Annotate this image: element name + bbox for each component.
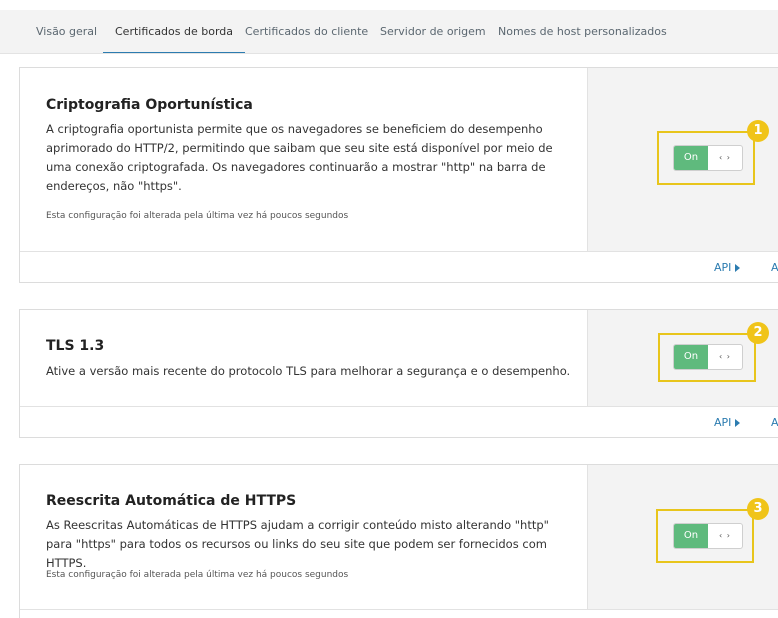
top-strip [0,0,778,10]
card-title: TLS 1.3 [46,338,105,354]
caret-right-icon [735,419,741,427]
toggle-on-state: On [674,524,708,548]
toggle-on-state: On [674,345,708,369]
toggle-arrows-icon: ‹ › [719,531,731,540]
step-badge: 3 [747,498,769,520]
card-footer: API A [20,251,778,282]
api-link[interactable]: API [714,261,741,274]
help-link[interactable]: A [771,416,778,429]
card-title: Criptografia Oportunística [46,97,253,113]
tab-edge-certificates-label: Certificados de borda [115,25,234,38]
api-link-label: API [714,261,732,274]
card-footer [20,609,778,618]
help-link[interactable]: A [771,261,778,274]
step-badge: 1 [747,120,769,142]
toggle-on-state: On [674,146,708,170]
card-description: A criptografia oportunista permite que o… [46,122,553,193]
tab-edge-certificates[interactable]: Certificados de borda [103,10,246,54]
caret-right-icon [735,264,741,272]
card-title: Reescrita Automática de HTTPS [46,493,297,509]
tab-bar: Visão geral Certificados de borda Certif… [0,10,778,54]
card-description: Ative a versão mais recente do protocolo… [46,364,571,378]
last-changed-note: Esta configuração foi alterada pela últi… [46,570,349,580]
toggle-arrows-icon: ‹ › [719,153,731,162]
toggle-arrows-icon: ‹ › [719,352,731,361]
automatic-https-rewrites-toggle[interactable]: On ‹ › [673,523,743,549]
card-footer: API A [20,406,778,437]
opportunistic-encryption-toggle[interactable]: On ‹ › [673,145,743,171]
tab-client-certificates[interactable]: Certificados do cliente [245,10,368,54]
card-tls-1-3: TLS 1.3 Ative a versão mais recente do p… [19,309,778,438]
tab-divider [0,53,778,54]
last-changed-note: Esta configuração foi alterada pela últi… [46,211,349,221]
tls-1-3-toggle[interactable]: On ‹ › [673,344,743,370]
tab-origin-server[interactable]: Servidor de origem [380,10,486,54]
tab-overview[interactable]: Visão geral [36,10,97,54]
card-description: As Reescritas Automáticas de HTTPS ajuda… [46,518,549,570]
card-automatic-https-rewrites: Reescrita Automática de HTTPS As Reescri… [19,464,778,618]
step-badge: 2 [747,322,769,344]
api-link[interactable]: API [714,416,741,429]
card-opportunistic-encryption: Criptografia Oportunística A criptografi… [19,67,778,283]
api-link-label: API [714,416,732,429]
tab-custom-hostnames[interactable]: Nomes de host personalizados [498,10,667,54]
